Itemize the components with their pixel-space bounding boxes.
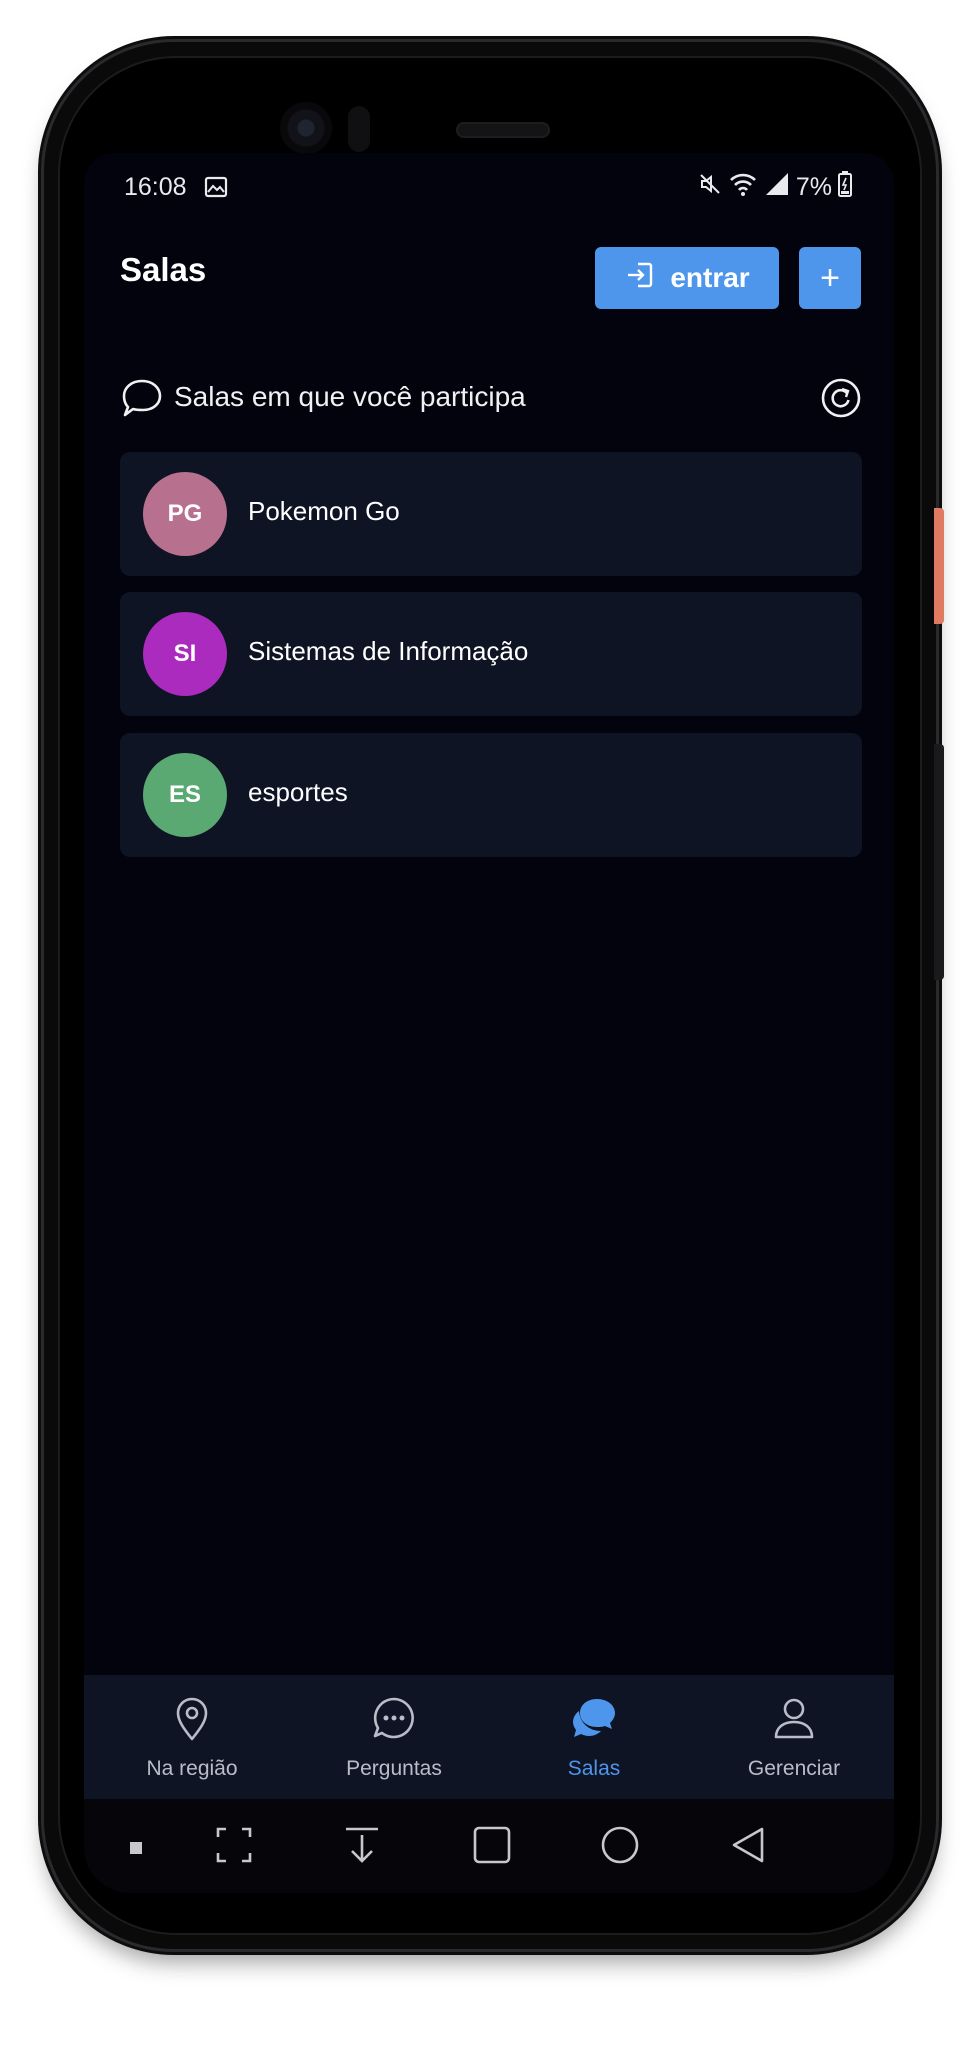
nav-perguntas[interactable]: Perguntas [294,1675,494,1799]
back-icon[interactable] [728,1825,768,1870]
chat-bubbles-icon [494,1695,694,1741]
room-name: Pokemon Go [248,496,400,526]
refresh-icon[interactable] [820,377,862,424]
enter-room-label: entrar [670,262,750,293]
image-notification-icon [204,175,228,206]
chat-bubble-dots-icon [294,1695,494,1741]
front-camera [280,102,332,154]
room-item-sistemas-de-informacao[interactable]: SI Sistemas de Informação [120,592,862,716]
mute-icon [698,172,722,203]
nav-label: Na região [146,1757,238,1780]
room-item-pokemon-go[interactable]: PG Pokemon Go [120,452,862,576]
status-bar: 16:08 7% [84,153,894,223]
nav-label: Salas [567,1757,621,1780]
recent-apps-icon[interactable] [472,1825,512,1870]
earpiece-speaker [456,122,550,138]
location-pin-icon [92,1695,292,1743]
notification-pulldown-icon[interactable] [342,1825,382,1870]
proximity-sensor [348,106,370,152]
login-icon [624,259,656,298]
room-item-esportes[interactable]: ES esportes [120,733,862,857]
room-avatar: SI [143,612,227,696]
dot-indicator-icon [130,1841,142,1859]
user-icon [694,1695,894,1741]
wifi-icon [728,171,758,204]
enter-room-button[interactable]: entrar [595,247,779,309]
section-title: Salas em que você participa [174,381,526,412]
room-avatar: PG [143,472,227,556]
signal-icon [764,171,790,204]
room-name: esportes [248,777,348,807]
add-room-button[interactable]: + [799,247,861,309]
room-avatar: ES [143,753,227,837]
room-name: Sistemas de Informação [248,636,529,666]
screenshot-icon[interactable] [214,1825,254,1870]
volume-button [934,744,944,980]
status-time: 16:08 [124,173,187,201]
nav-label: Perguntas [346,1757,442,1780]
power-button [934,508,944,624]
home-icon[interactable] [600,1825,640,1870]
nav-label: Gerenciar [747,1757,841,1780]
nav-na-regiao[interactable]: Na região [92,1675,292,1799]
bottom-nav: Na região Perguntas Salas Gerenciar [84,1675,894,1799]
chat-bubble-icon [120,377,164,424]
battery-icon [838,171,852,204]
status-right: 7% [698,171,852,204]
nav-gerenciar[interactable]: Gerenciar [694,1675,894,1799]
system-nav-bar [84,1799,894,1893]
app-screen: 16:08 7% Salas entrar + Salas em que voc… [84,153,894,1893]
battery-percent: 7% [795,173,832,201]
nav-salas[interactable]: Salas [494,1675,694,1799]
page-title: Salas [120,251,207,288]
section-header: Salas em que você participa [120,375,862,421]
